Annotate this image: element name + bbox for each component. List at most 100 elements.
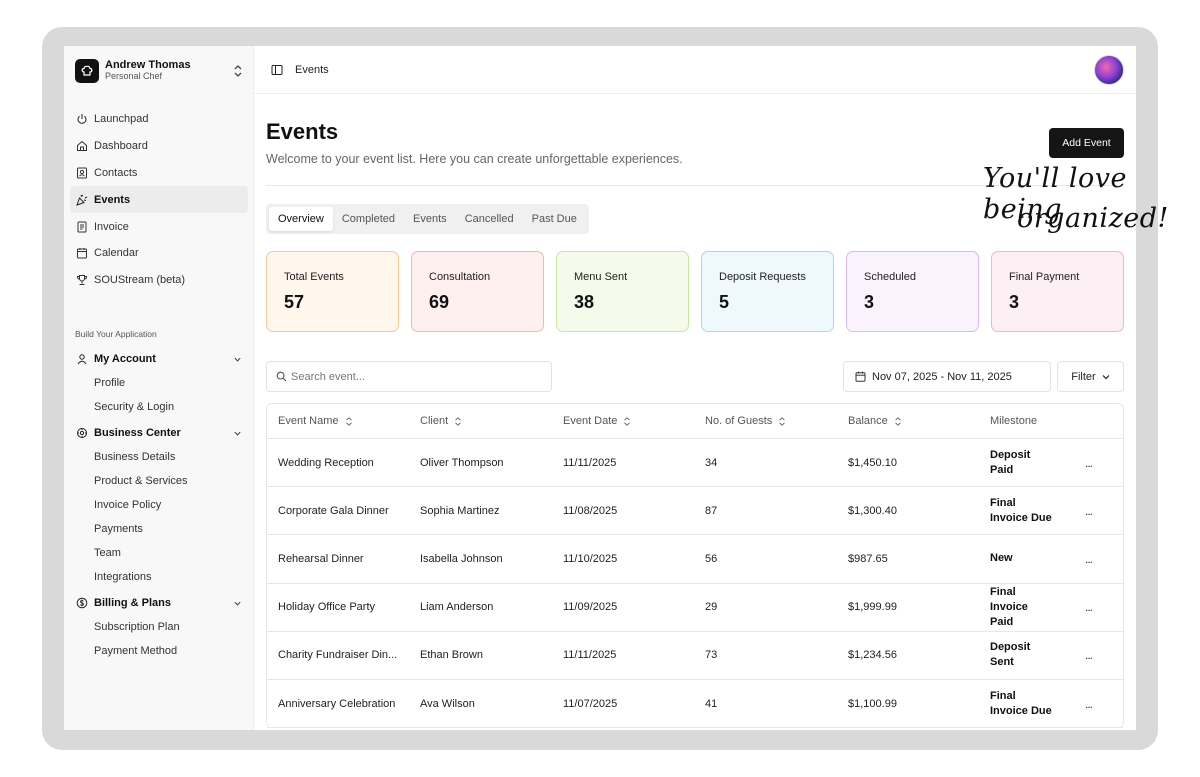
- stat-label: Consultation: [429, 271, 491, 283]
- table-row[interactable]: Holiday Office Party Liam Anderson 11/09…: [267, 584, 1123, 632]
- table-row[interactable]: Rehearsal Dinner Isabella Johnson 11/10/…: [267, 535, 1123, 584]
- sub-item-subscription-plan[interactable]: Subscription Plan: [70, 615, 248, 639]
- column-title: No. of Guests: [705, 415, 773, 427]
- group-toggle-billing-plans[interactable]: Billing & Plans: [70, 591, 248, 615]
- account-role: Personal Chef: [105, 71, 163, 81]
- row-more-icon[interactable]: ...: [1083, 648, 1123, 662]
- account-switcher[interactable]: Andrew Thomas Personal Chef: [75, 58, 249, 84]
- top-bar: Events: [254, 46, 1136, 94]
- row-more-icon[interactable]: ...: [1083, 456, 1123, 470]
- column-header-guests[interactable]: No. of Guests: [694, 415, 837, 427]
- stats-cards: Total Events 57 Consultation 69 Menu Sen…: [266, 251, 1124, 333]
- nav-item-dashboard[interactable]: Dashboard: [70, 133, 248, 160]
- date-range-picker[interactable]: Nov 07, 2025 - Nov 11, 2025: [843, 361, 1051, 392]
- tab-cancelled[interactable]: Cancelled: [456, 207, 523, 231]
- table-header: Event Name Client Event Date No. of Gues…: [267, 404, 1123, 439]
- table-row[interactable]: Anniversary Celebration Ava Wilson 11/07…: [267, 680, 1123, 729]
- stat-label: Scheduled: [864, 271, 916, 283]
- avatar[interactable]: [1094, 55, 1124, 85]
- cell-event-name: Charity Fundraiser Din...: [278, 649, 398, 662]
- chef-hat-icon: [75, 59, 99, 83]
- sort-icon: [779, 416, 786, 426]
- dollar-icon: [76, 597, 88, 609]
- sub-item-integrations[interactable]: Integrations: [70, 565, 248, 589]
- nav-item-invoice[interactable]: Invoice: [70, 213, 248, 240]
- sub-item-team[interactable]: Team: [70, 541, 248, 565]
- search-input[interactable]: [291, 370, 531, 383]
- cell-balance: $1,100.99: [848, 697, 897, 710]
- stat-card-deposit-requests[interactable]: Deposit Requests 5: [701, 251, 834, 332]
- cell-event-date: 11/11/2025: [563, 456, 617, 469]
- sort-icon: [894, 416, 901, 426]
- row-more-icon[interactable]: ...: [1083, 552, 1123, 566]
- stat-value: 38: [574, 292, 595, 312]
- sidebar-toggle-icon[interactable]: [271, 64, 283, 76]
- party-icon: [76, 194, 88, 206]
- cell-event-date: 11/07/2025: [563, 697, 618, 710]
- sub-item-payment-method[interactable]: Payment Method: [70, 639, 248, 663]
- column-header-event-name[interactable]: Event Name: [267, 415, 409, 427]
- sidebar: Andrew Thomas Personal Chef Launchpad Da…: [64, 46, 254, 730]
- nav-item-soustream[interactable]: SOUStream (beta): [70, 267, 248, 294]
- table-row[interactable]: Wedding Reception Oliver Thompson 11/11/…: [267, 439, 1123, 488]
- tab-completed[interactable]: Completed: [333, 207, 404, 231]
- account-name: Andrew Thomas: [105, 59, 191, 71]
- group-toggle-business-center[interactable]: Business Center: [70, 421, 248, 445]
- column-header-balance[interactable]: Balance: [837, 415, 979, 427]
- date-range-value: Nov 07, 2025 - Nov 11, 2025: [872, 370, 1012, 383]
- group-toggle-my-account[interactable]: My Account: [70, 347, 248, 371]
- nav-group-business-center: Business Center Business Details Product…: [70, 421, 248, 589]
- page-title: Events: [266, 119, 339, 144]
- nav-item-launchpad[interactable]: Launchpad: [70, 106, 248, 133]
- stat-card-menu-sent[interactable]: Menu Sent 38: [556, 251, 689, 332]
- invoice-icon: [77, 221, 87, 233]
- cell-event-name: Holiday Office Party: [278, 601, 376, 614]
- column-header-event-date[interactable]: Event Date: [552, 415, 694, 427]
- tab-past-due[interactable]: Past Due: [523, 207, 586, 231]
- cell-balance: $987.65: [848, 552, 888, 565]
- cell-event-name: Corporate Gala Dinner: [278, 504, 389, 517]
- cell-event-date: 11/10/2025: [563, 552, 618, 565]
- table-row[interactable]: Charity Fundraiser Din... Ethan Brown 11…: [267, 632, 1123, 680]
- row-more-icon[interactable]: ...: [1083, 600, 1123, 614]
- stat-label: Total Events: [284, 271, 344, 283]
- tab-overview[interactable]: Overview: [269, 207, 333, 231]
- stat-card-final-payment[interactable]: Final Payment 3: [991, 251, 1124, 332]
- tab-events[interactable]: Events: [404, 207, 456, 231]
- column-header-client[interactable]: Client: [409, 415, 552, 427]
- cell-balance: $1,450.10: [848, 456, 897, 469]
- nav-item-events[interactable]: Events: [70, 186, 248, 214]
- sub-item-business-details[interactable]: Business Details: [70, 445, 248, 469]
- row-more-icon[interactable]: ...: [1083, 504, 1123, 518]
- tab-bar: Overview Completed Events Cancelled Past…: [266, 204, 589, 234]
- add-event-button[interactable]: Add Event: [1049, 128, 1124, 158]
- sub-item-security-login[interactable]: Security & Login: [70, 395, 248, 419]
- sort-icon: [455, 416, 461, 426]
- stat-card-total-events[interactable]: Total Events 57: [266, 251, 399, 332]
- sub-item-invoice-policy[interactable]: Invoice Policy: [70, 493, 248, 517]
- section-label-build: Build Your Application: [75, 329, 157, 339]
- sub-item-payments[interactable]: Payments: [70, 517, 248, 541]
- breadcrumb[interactable]: Events: [295, 64, 329, 76]
- nav-item-calendar[interactable]: Calendar: [70, 240, 248, 267]
- chevron-down-icon: [234, 601, 241, 606]
- sub-item-product-services[interactable]: Product & Services: [70, 469, 248, 493]
- filter-label: Filter: [1071, 370, 1096, 383]
- filter-button[interactable]: Filter: [1057, 361, 1124, 392]
- row-more-icon[interactable]: ...: [1083, 697, 1123, 711]
- nav-item-contacts[interactable]: Contacts: [70, 160, 248, 187]
- sort-icon: [345, 416, 352, 426]
- cell-event-name: Anniversary Celebration: [278, 697, 396, 710]
- sort-icon: [624, 416, 631, 426]
- nav-label: Invoice: [94, 220, 129, 233]
- events-table: Event Name Client Event Date No. of Gues…: [266, 403, 1124, 729]
- column-title: Balance: [848, 415, 888, 427]
- table-row[interactable]: Corporate Gala Dinner Sophia Martinez 11…: [267, 487, 1123, 536]
- sub-item-profile[interactable]: Profile: [70, 371, 248, 395]
- column-title: Event Name: [278, 415, 339, 427]
- stat-card-consultation[interactable]: Consultation 69: [411, 251, 544, 332]
- stat-card-scheduled[interactable]: Scheduled 3: [846, 251, 979, 332]
- stat-value: 69: [429, 292, 450, 312]
- column-title: Event Date: [563, 415, 618, 427]
- cell-event-name: Wedding Reception: [278, 456, 374, 469]
